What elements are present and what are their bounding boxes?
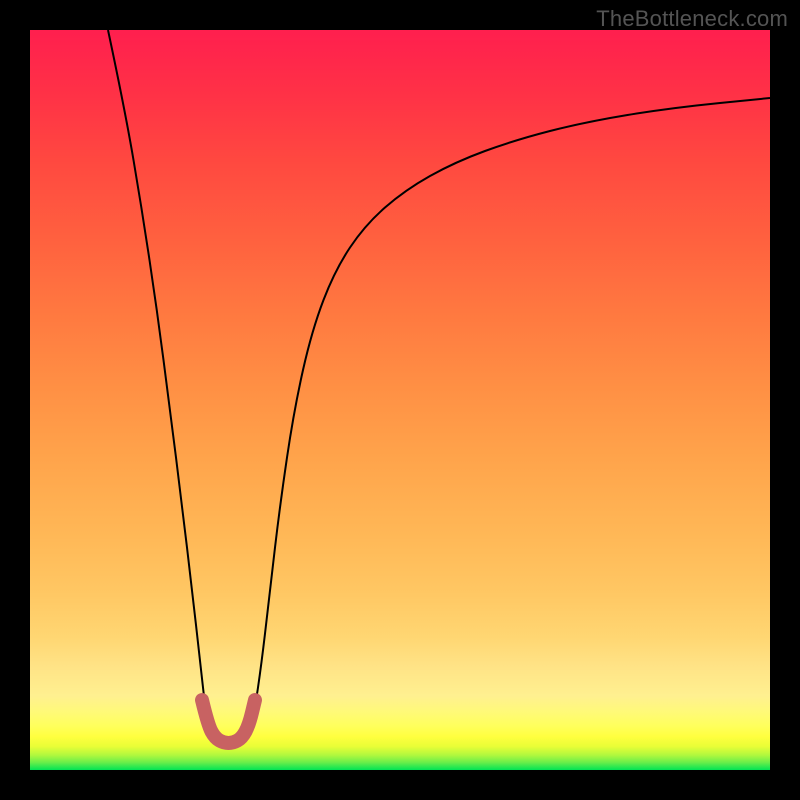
chart-frame: TheBottleneck.com <box>0 0 800 800</box>
bottom-highlight <box>202 700 255 743</box>
watermark-text: TheBottleneck.com <box>596 6 788 32</box>
curve-layer <box>30 30 770 770</box>
plot-area <box>30 30 770 770</box>
main-curve <box>108 30 770 742</box>
